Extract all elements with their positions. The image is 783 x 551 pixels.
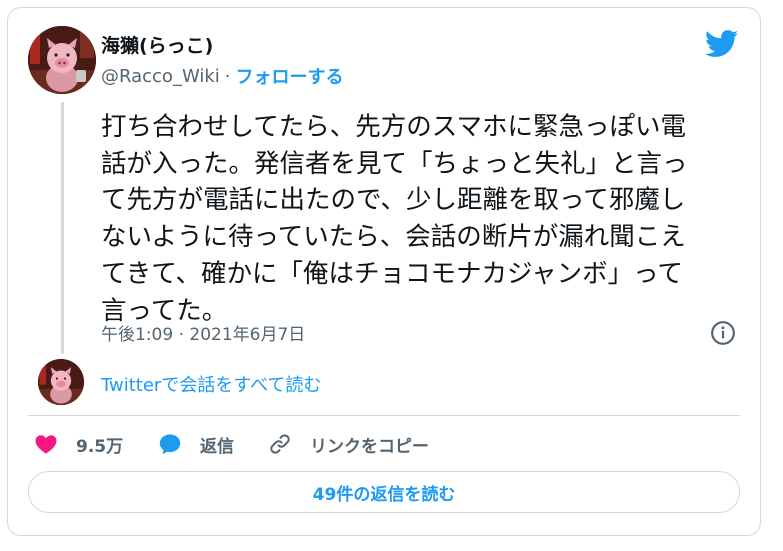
divider (28, 415, 740, 416)
twitter-bird-icon[interactable] (705, 30, 739, 58)
speech-bubble-icon (159, 434, 181, 455)
like-button[interactable]: 9.5万 (34, 428, 123, 460)
reply-label: 返信 (200, 436, 234, 457)
tweet-card: 海獺(らっこ) @Racco_Wiki · フォローする 打ち合わせしてたら、先… (7, 7, 761, 536)
tweet-timestamp[interactable]: 午後1:09 · 2021年6月7日 (101, 320, 305, 345)
thread-connector-line (61, 102, 64, 354)
thread-avatar[interactable] (38, 359, 84, 405)
handle-separator: · (224, 65, 231, 87)
heart-icon (35, 435, 57, 454)
read-replies-button[interactable]: 49件の返信を読む (28, 471, 740, 513)
like-count: 9.5万 (76, 436, 124, 457)
link-icon (270, 434, 290, 454)
author-handle[interactable]: @Racco_Wiki (101, 66, 220, 87)
copy-link-button[interactable]: リンクをコピー (268, 428, 429, 460)
info-icon[interactable] (710, 320, 736, 346)
follow-button[interactable]: フォローする (236, 63, 344, 89)
author-avatar[interactable] (28, 26, 96, 94)
pig-avatar-image (28, 26, 96, 94)
read-conversation-link[interactable]: Twitterで会話をすべて読む (101, 371, 321, 397)
pig-avatar-image-small (38, 359, 84, 405)
author-display-name[interactable]: 海獺(らっこ) (101, 31, 213, 58)
reply-button[interactable]: 返信 (158, 428, 234, 460)
tweet-text: 打ち合わせしてたら、先方のスマホに緊急っぽい電 話が入った。発信者を見て「ちょっ… (101, 112, 688, 326)
author-handle-row: @Racco_Wiki · フォローする (101, 63, 344, 89)
copy-link-label: リンクをコピー (310, 436, 429, 457)
